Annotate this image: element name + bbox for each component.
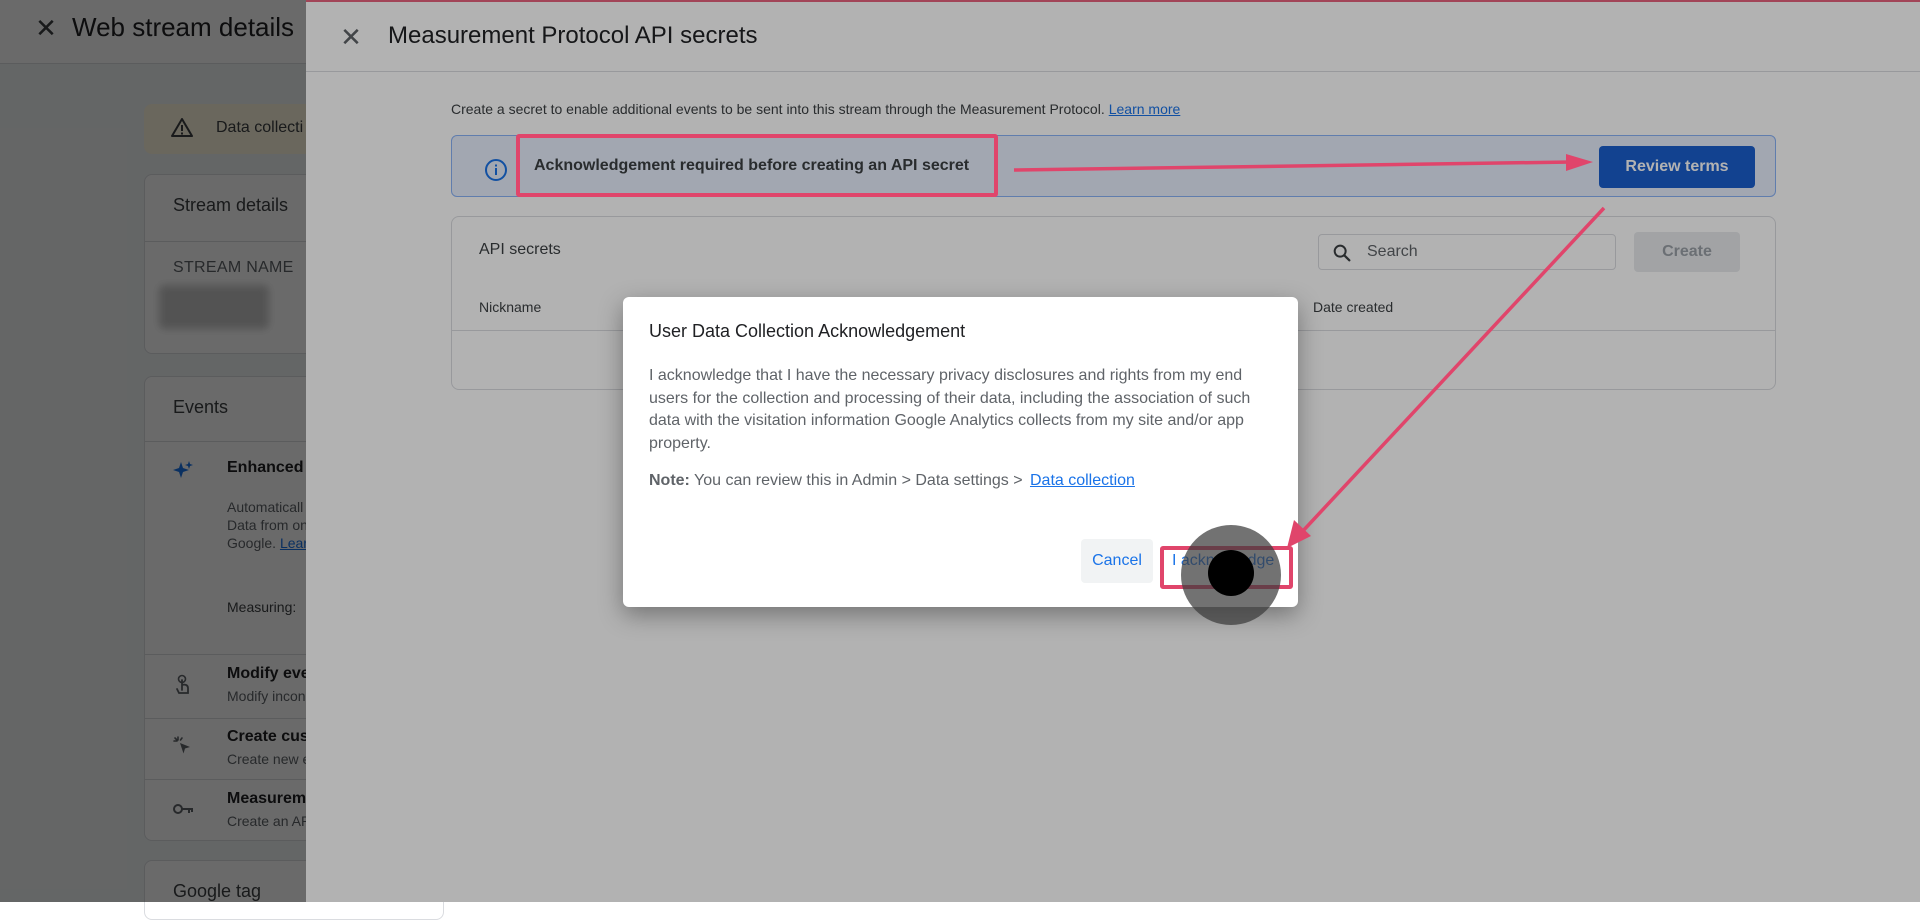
dialog-body: I acknowledge that I have the necessary …: [649, 367, 1251, 452]
dialog-title: User Data Collection Acknowledgement: [649, 321, 966, 341]
cancel-button[interactable]: Cancel: [1081, 539, 1153, 583]
note-text: You can review this in Admin > Data sett…: [689, 472, 1027, 489]
note-label: Note:: [649, 472, 690, 489]
dialog-note: Note: You can review this in Admin > Dat…: [649, 472, 1135, 490]
highlight-acknowledgement-text: [516, 134, 998, 197]
data-collection-link[interactable]: Data collection: [1030, 472, 1135, 489]
click-indicator-dot: [1208, 550, 1254, 596]
